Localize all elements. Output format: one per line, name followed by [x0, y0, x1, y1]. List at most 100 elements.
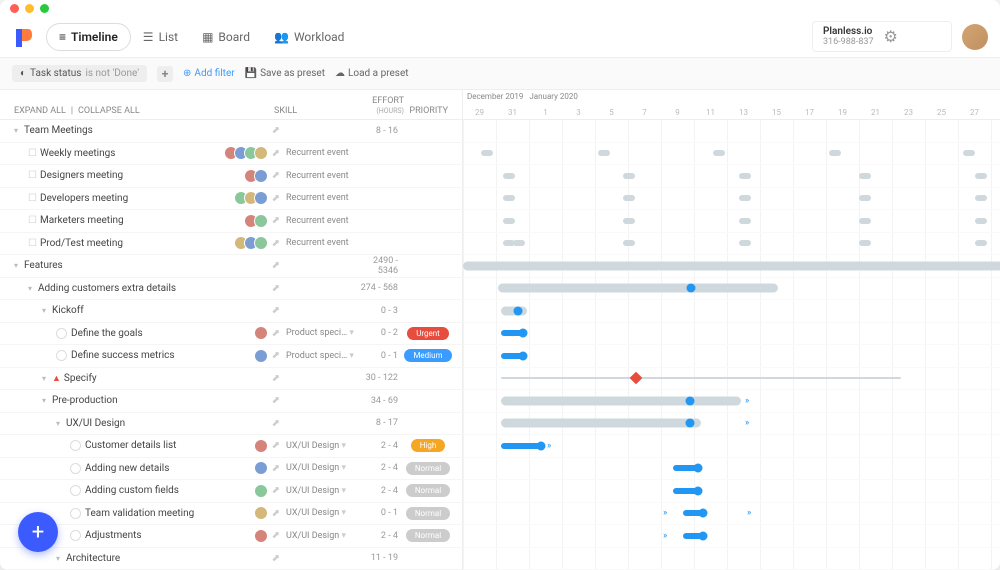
assignee-avatars[interactable] — [258, 506, 268, 520]
task-checkbox[interactable] — [70, 485, 81, 496]
gantt-row[interactable] — [463, 323, 1000, 346]
gantt-bar[interactable] — [739, 195, 751, 201]
collapse-icon[interactable]: ▾ — [42, 396, 52, 405]
task-row[interactable]: ▾Features⬈2490 - 5346 — [0, 255, 462, 278]
gantt-row[interactable] — [463, 165, 1000, 188]
gantt-bar[interactable] — [498, 284, 778, 293]
add-filter-link[interactable]: ⊕Add filter — [183, 68, 235, 79]
collapse-icon[interactable]: ▾ — [42, 374, 52, 383]
task-row[interactable]: ▾Kickoff⬈0 - 3 — [0, 300, 462, 323]
gantt-row[interactable] — [463, 480, 1000, 503]
gantt-bar[interactable] — [739, 218, 751, 224]
gantt-row[interactable] — [463, 278, 1000, 301]
task-row[interactable]: ▾Pre-production⬈34 - 69 — [0, 390, 462, 413]
gantt-row[interactable]: » — [463, 413, 1000, 436]
task-row[interactable]: ☐Designers meeting⬈Recurrent event — [0, 165, 462, 188]
assignee-avatars[interactable] — [258, 484, 268, 498]
gantt-bar[interactable] — [513, 240, 525, 246]
gantt-row[interactable] — [463, 458, 1000, 481]
task-row[interactable]: Define success metrics⬈Product speci… ▾0… — [0, 345, 462, 368]
milestone-dot[interactable] — [686, 396, 695, 405]
filter-chip-status[interactable]: ◐ Task status is not 'Done' — [12, 65, 147, 82]
maximize-dot[interactable] — [40, 4, 49, 13]
add-task-fab[interactable]: + — [18, 512, 58, 552]
task-checkbox[interactable] — [70, 440, 81, 451]
open-icon[interactable]: ⬈ — [272, 350, 280, 361]
gantt-row[interactable] — [463, 120, 1000, 143]
gantt-bar[interactable] — [598, 150, 610, 156]
open-icon[interactable]: ⬈ — [272, 328, 280, 339]
task-checkbox[interactable] — [70, 508, 81, 519]
task-row[interactable]: ▾Architecture⬈11 - 19 — [0, 548, 462, 570]
milestone-dot[interactable] — [694, 464, 703, 473]
milestone-dot[interactable] — [514, 306, 523, 315]
load-preset-link[interactable]: ☁Load a preset — [335, 68, 409, 79]
open-icon[interactable]: ⬈ — [272, 440, 280, 451]
gantt-bar[interactable] — [501, 419, 701, 428]
view-timeline[interactable]: ≡Timeline — [46, 23, 131, 51]
gantt-bar[interactable] — [623, 195, 635, 201]
task-row[interactable]: Customer details list⬈UX/UI Design ▾2 - … — [0, 435, 462, 458]
collapse-icon[interactable]: ▾ — [14, 261, 24, 270]
task-row[interactable]: Adding new details⬈UX/UI Design ▾2 - 4No… — [0, 458, 462, 481]
milestone-dot[interactable] — [686, 419, 695, 428]
assignee-avatars[interactable] — [228, 146, 268, 160]
collapse-all[interactable]: COLLAPSE ALL — [78, 106, 140, 116]
assignee-avatars[interactable] — [238, 191, 268, 205]
gantt-bar[interactable] — [739, 173, 751, 179]
open-icon[interactable]: ⬈ — [272, 260, 280, 271]
task-row[interactable]: ☐Developers meeting⬈Recurrent event — [0, 188, 462, 211]
task-row[interactable]: ☐Prod/Test meeting⬈Recurrent event — [0, 233, 462, 256]
open-icon[interactable]: ⬈ — [272, 553, 280, 564]
gantt-bar[interactable] — [859, 218, 871, 224]
assignee-avatars[interactable] — [258, 461, 268, 475]
gantt-row[interactable] — [463, 300, 1000, 323]
open-icon[interactable]: ⬈ — [272, 530, 280, 541]
gantt-bar[interactable] — [623, 173, 635, 179]
milestone-dot[interactable] — [519, 329, 528, 338]
gantt-row[interactable]: » — [463, 435, 1000, 458]
view-list[interactable]: ☰List — [131, 24, 190, 50]
gantt-bar[interactable] — [975, 240, 987, 246]
open-icon[interactable]: ⬈ — [272, 508, 280, 519]
assignee-avatars[interactable] — [258, 349, 268, 363]
gantt-bar[interactable] — [975, 173, 987, 179]
gantt-row[interactable] — [463, 233, 1000, 256]
milestone-dot[interactable] — [694, 486, 703, 495]
gantt-row[interactable]: » — [463, 525, 1000, 548]
gantt-bar[interactable] — [975, 218, 987, 224]
gantt-bar[interactable] — [481, 150, 493, 156]
gantt-bar[interactable] — [503, 195, 515, 201]
open-icon[interactable]: ⬈ — [272, 418, 280, 429]
open-icon[interactable]: ⬈ — [272, 485, 280, 496]
open-icon[interactable]: ⬈ — [272, 238, 280, 249]
task-row[interactable]: Team validation meeting⬈UX/UI Design ▾0 … — [0, 503, 462, 526]
view-board[interactable]: ▦Board — [190, 24, 262, 50]
gantt-row[interactable]: »» — [463, 503, 1000, 526]
open-icon[interactable]: ⬈ — [272, 373, 280, 384]
collapse-icon[interactable]: ▾ — [56, 554, 66, 563]
gantt-bar[interactable] — [503, 218, 515, 224]
milestone-dot[interactable] — [519, 351, 528, 360]
assignee-avatars[interactable] — [248, 214, 268, 228]
gantt-row[interactable] — [463, 188, 1000, 211]
gantt-row[interactable] — [463, 345, 1000, 368]
gantt-bar[interactable] — [503, 173, 515, 179]
collapse-icon[interactable]: ▾ — [56, 419, 66, 428]
gear-icon[interactable]: ⚙ — [884, 27, 898, 46]
gantt-bar[interactable] — [713, 150, 725, 156]
task-row[interactable]: ▾▲Specify⬈30 - 122 — [0, 368, 462, 391]
assignee-avatars[interactable] — [258, 439, 268, 453]
view-workload[interactable]: 👥Workload — [262, 24, 356, 50]
gantt-bar[interactable] — [501, 396, 741, 405]
task-checkbox[interactable] — [56, 350, 67, 361]
gantt-row[interactable] — [463, 548, 1000, 570]
open-icon[interactable]: ⬈ — [272, 170, 280, 181]
gantt-bar[interactable] — [463, 261, 1000, 270]
assignee-avatars[interactable] — [238, 236, 268, 250]
open-icon[interactable]: ⬈ — [272, 463, 280, 474]
task-row[interactable]: Define the goals⬈Product speci… ▾0 - 2Ur… — [0, 323, 462, 346]
user-avatar[interactable] — [962, 24, 988, 50]
collapse-icon[interactable]: ▾ — [14, 126, 24, 135]
assignee-avatars[interactable] — [248, 169, 268, 183]
